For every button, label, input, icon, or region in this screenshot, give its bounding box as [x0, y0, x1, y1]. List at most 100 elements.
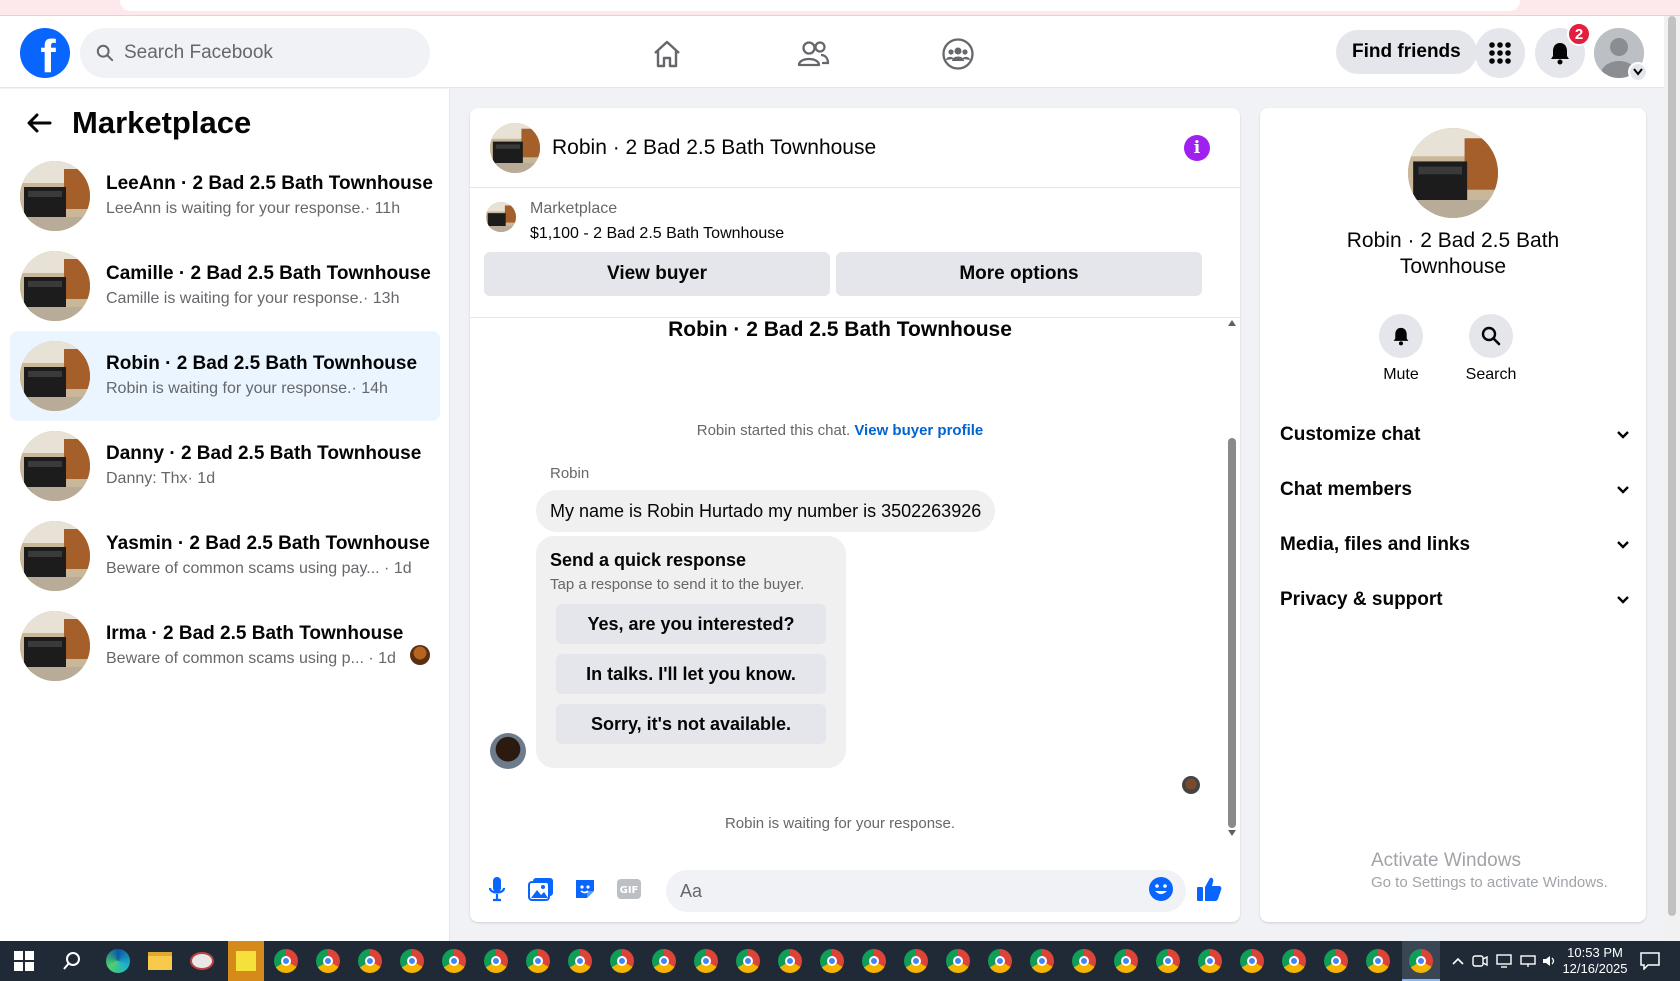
chrome-icon[interactable]: [650, 947, 678, 975]
info-icon[interactable]: i: [1184, 135, 1210, 161]
scroll-up-arrow-icon[interactable]: [1228, 320, 1236, 326]
chrome-icon[interactable]: [734, 947, 762, 975]
more-options-button[interactable]: More options: [836, 252, 1202, 296]
notifications-button[interactable]: 2: [1535, 22, 1591, 78]
sticker-icon[interactable]: [570, 874, 600, 904]
chrome-icon[interactable]: [1364, 947, 1392, 975]
account-chevron-down-icon: [1628, 62, 1648, 82]
active-chrome-window[interactable]: [1402, 941, 1440, 981]
quick-response-interested[interactable]: Yes, are you interested?: [556, 604, 826, 644]
chrome-icon[interactable]: [1070, 947, 1098, 975]
emoji-icon[interactable]: [1146, 874, 1176, 904]
photo-icon[interactable]: [526, 874, 556, 904]
account-avatar[interactable]: [1594, 28, 1648, 82]
conversation-item-camille[interactable]: Camille · 2 Bad 2.5 Bath Townhouse Camil…: [10, 241, 440, 331]
chrome-icon[interactable]: [818, 947, 846, 975]
listing-price[interactable]: $1,100 - 2 Bad 2.5 Bath Townhouse: [530, 225, 784, 243]
sidebar-header: Marketplace: [26, 105, 251, 141]
clock-time: 10:53 PM: [1567, 945, 1623, 960]
chrome-icon[interactable]: [440, 947, 468, 975]
search-input[interactable]: [124, 42, 404, 64]
chrome-icon[interactable]: [524, 947, 552, 975]
quick-response-in-talks[interactable]: In talks. I'll let you know.: [556, 654, 826, 694]
taskbar-search-icon[interactable]: [58, 947, 86, 975]
chrome-icon[interactable]: [1028, 947, 1056, 975]
conversation-item-leeann[interactable]: LeeAnn · 2 Bad 2.5 Bath Townhouse LeeAnn…: [10, 151, 440, 241]
conversation-item-robin[interactable]: Robin · 2 Bad 2.5 Bath Townhouse Robin i…: [10, 331, 440, 421]
conversation-item-danny[interactable]: Danny · 2 Bad 2.5 Bath Townhouse Danny: …: [10, 421, 440, 511]
edge-browser-icon[interactable]: [104, 947, 132, 975]
listing-thumbnail: [20, 431, 90, 501]
chrome-icon[interactable]: [1112, 947, 1140, 975]
groups-icon[interactable]: [938, 34, 978, 74]
chrome-icon[interactable]: [1154, 947, 1182, 975]
chat-header: Robin · 2 Bad 2.5 Bath Townhouse i: [470, 108, 1240, 188]
home-icon[interactable]: [647, 34, 687, 74]
chat-scrollbar[interactable]: [1226, 318, 1238, 838]
section-privacy-support[interactable]: Privacy & support: [1280, 580, 1630, 620]
facebook-logo-icon[interactable]: f: [20, 28, 70, 78]
chrome-icon[interactable]: [566, 947, 594, 975]
chrome-icon[interactable]: [398, 947, 426, 975]
view-buyer-button[interactable]: View buyer: [484, 252, 830, 296]
section-customize-chat[interactable]: Customize chat: [1280, 415, 1630, 455]
chrome-icon[interactable]: [902, 947, 930, 975]
chrome-icon[interactable]: [272, 947, 300, 975]
find-friends-button[interactable]: Find friends: [1336, 30, 1477, 74]
chrome-icon[interactable]: [1280, 947, 1308, 975]
conversation-list: LeeAnn · 2 Bad 2.5 Bath Townhouse LeeAnn…: [10, 151, 440, 691]
chat-listing-thumbnail[interactable]: [490, 122, 540, 173]
chrome-icon[interactable]: [860, 947, 888, 975]
chrome-icon[interactable]: [1322, 947, 1350, 975]
scrollbar-thumb[interactable]: [1228, 438, 1236, 828]
conversation-name: LeeAnn · 2 Bad 2.5 Bath Townhouse: [106, 173, 433, 194]
page-scrollbar-thumb[interactable]: [1668, 16, 1676, 916]
conversation-item-irma[interactable]: Irma · 2 Bad 2.5 Bath Townhouse Beware o…: [10, 601, 440, 691]
section-media-files-links[interactable]: Media, files and links: [1280, 525, 1630, 565]
chrome-icon[interactable]: [692, 947, 720, 975]
windows-start-icon[interactable]: [10, 947, 38, 975]
page-scrollbar[interactable]: [1664, 16, 1680, 941]
waiting-notice: Robin is waiting for your response.: [724, 815, 956, 832]
chrome-icon[interactable]: [1238, 947, 1266, 975]
sticky-notes-icon[interactable]: [228, 941, 264, 981]
gif-icon[interactable]: GIF: [614, 874, 644, 904]
mute-action[interactable]: Mute: [1356, 314, 1446, 384]
microphone-icon[interactable]: [482, 874, 512, 904]
chrome-icon[interactable]: [482, 947, 510, 975]
paint-app-icon[interactable]: [188, 947, 216, 975]
incoming-message-bubble[interactable]: My name is Robin Hurtado my number is 35…: [536, 490, 996, 532]
chrome-icon[interactable]: [608, 947, 636, 975]
top-navigation-bar: f Find friends 2: [0, 16, 1664, 88]
activate-windows-watermark: Activate Windows Go to Settings to activ…: [1371, 850, 1608, 891]
message-input[interactable]: [666, 870, 1186, 912]
details-title: Robin · 2 Bad 2.5 Bath Townhouse: [1346, 229, 1560, 278]
notification-center-icon[interactable]: [1636, 947, 1664, 975]
file-explorer-icon[interactable]: [146, 947, 174, 975]
chrome-icon[interactable]: [944, 947, 972, 975]
back-arrow-icon[interactable]: [26, 112, 52, 134]
browser-address-pill: [120, 0, 1520, 11]
chrome-icon[interactable]: [356, 947, 384, 975]
chrome-icon[interactable]: [1196, 947, 1224, 975]
search-in-chat-button[interactable]: [1469, 314, 1513, 358]
scroll-down-arrow-icon[interactable]: [1228, 830, 1236, 836]
chrome-icon[interactable]: [986, 947, 1014, 975]
search-action[interactable]: Search: [1446, 314, 1536, 384]
chrome-icon[interactable]: [776, 947, 804, 975]
menu-grid-button[interactable]: [1475, 28, 1525, 78]
conversation-item-yasmin[interactable]: Yasmin · 2 Bad 2.5 Bath Townhouse Beware…: [10, 511, 440, 601]
sender-name: Robin: [550, 465, 590, 482]
thumbs-up-icon[interactable]: [1194, 874, 1224, 904]
mute-button[interactable]: [1379, 314, 1423, 358]
sender-avatar[interactable]: [490, 733, 526, 769]
system-clock[interactable]: 10:53 PM 12/16/2025: [1560, 945, 1630, 977]
section-chat-members[interactable]: Chat members: [1280, 470, 1630, 510]
chrome-icon[interactable]: [314, 947, 342, 975]
chat-title[interactable]: Robin · 2 Bad 2.5 Bath Townhouse: [552, 136, 876, 160]
mute-label: Mute: [1383, 366, 1419, 383]
view-buyer-profile-link[interactable]: View buyer profile: [854, 422, 983, 439]
friends-icon[interactable]: [793, 34, 833, 74]
quick-response-not-available[interactable]: Sorry, it's not available.: [556, 704, 826, 744]
search-bar[interactable]: [80, 28, 430, 78]
